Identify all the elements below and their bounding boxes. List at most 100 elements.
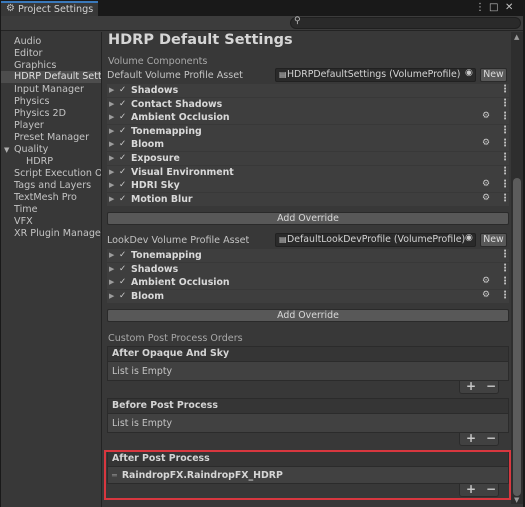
sidebar-item-script-execution-order[interactable]: Script Execution Order (14, 168, 101, 180)
sidebar-item-audio[interactable]: Audio (14, 36, 41, 48)
volume-component-row[interactable]: ▶ ✓ Shadows ⋮ (107, 262, 510, 276)
volume-component-row[interactable]: ▶ ✓ Bloom ⚙ ⋮ (107, 138, 510, 152)
search-input[interactable]: ⚲ (290, 16, 521, 29)
object-picker-icon[interactable]: ◉ (465, 68, 473, 78)
sidebar-item-preset-manager[interactable]: Preset Manager (14, 132, 89, 144)
volume-component-row[interactable]: ▶ ✓ Ambient Occlusion ⚙ ⋮ (107, 111, 510, 125)
more-options-icon[interactable]: ⋮ (500, 263, 510, 274)
foldout-triangle-icon[interactable]: ▶ (109, 292, 114, 300)
checkbox-icon[interactable]: ✓ (119, 180, 126, 190)
tab-project-settings[interactable]: ⚙ Project Settings (1, 1, 98, 16)
foldout-triangle-icon[interactable]: ▶ (109, 265, 114, 273)
add-override-button[interactable]: Add Override (107, 212, 509, 225)
foldout-triangle-icon[interactable]: ▶ (109, 278, 114, 286)
volume-component-name: Contact Shadows (131, 98, 223, 110)
foldout-triangle-icon[interactable]: ▶ (109, 100, 114, 108)
sidebar-item-time[interactable]: Time (14, 204, 37, 216)
more-options-icon[interactable]: ⋮ (500, 249, 510, 260)
foldout-triangle-icon[interactable]: ▶ (109, 251, 114, 259)
new-default-profile-button[interactable]: New (480, 68, 507, 82)
scrollbar-thumb[interactable] (513, 178, 521, 496)
more-options-icon[interactable]: ⋮ (500, 179, 510, 190)
maximize-icon[interactable]: □ (489, 2, 498, 13)
volume-component-row[interactable]: ▶ ✓ Motion Blur ⚙ ⋮ (107, 192, 510, 206)
foldout-triangle-icon[interactable]: ▶ (109, 140, 114, 148)
checkbox-icon[interactable]: ✓ (119, 194, 126, 204)
add-override-button-lookdev[interactable]: Add Override (107, 309, 509, 322)
sidebar-item-editor[interactable]: Editor (14, 48, 42, 60)
sidebar-item-hdrp-default-settings[interactable]: HDRP Default Settings (1, 71, 101, 83)
more-options-icon[interactable]: ⋮ (500, 193, 510, 204)
checkbox-icon[interactable]: ✓ (119, 112, 126, 122)
settings-cog-icon[interactable]: ⚙ (482, 179, 490, 189)
sidebar-item-physics-2d[interactable]: Physics 2D (14, 108, 66, 120)
more-options-icon[interactable]: ⋮ (475, 2, 485, 13)
object-picker-icon[interactable]: ◉ (465, 233, 473, 243)
foldout-triangle-icon[interactable]: ▶ (109, 168, 114, 176)
volume-component-row[interactable]: ▶ ✓ Tonemapping ⋮ (107, 124, 510, 138)
volume-component-row[interactable]: ▶ ✓ HDRI Sky ⚙ ⋮ (107, 179, 510, 193)
checkbox-icon[interactable]: ✓ (119, 99, 126, 109)
sidebar-item-vfx[interactable]: VFX (14, 216, 33, 228)
foldout-triangle-icon[interactable]: ▶ (109, 113, 114, 121)
more-options-icon[interactable]: ⋮ (500, 111, 510, 122)
settings-cog-icon[interactable]: ⚙ (482, 193, 490, 203)
more-options-icon[interactable]: ⋮ (500, 138, 510, 149)
volume-component-row[interactable]: ▶ ✓ Tonemapping ⋮ (107, 249, 510, 262)
volume-component-row[interactable]: ▶ ✓ Exposure ⋮ (107, 152, 510, 165)
volume-component-row[interactable]: ▶ ✓ Contact Shadows ⋮ (107, 97, 510, 111)
more-options-icon[interactable]: ⋮ (500, 166, 510, 177)
volume-component-row[interactable]: ▶ ✓ Ambient Occlusion ⚙ ⋮ (107, 276, 510, 290)
sidebar-item-tags-and-layers[interactable]: Tags and Layers (14, 180, 91, 192)
sidebar-item-player[interactable]: Player (14, 120, 44, 132)
checkbox-icon[interactable]: ✓ (119, 85, 126, 95)
lookdev-volume-profile-field[interactable]: DefaultLookDevProfile (VolumeProfile) (275, 233, 476, 247)
sidebar-item-input-manager[interactable]: Input Manager (14, 84, 84, 96)
add-item-button[interactable]: + (466, 431, 476, 445)
settings-cog-icon[interactable]: ⚙ (482, 276, 490, 286)
checkbox-icon[interactable]: ✓ (119, 153, 126, 163)
checkbox-icon[interactable]: ✓ (119, 250, 126, 260)
checkbox-icon[interactable]: ✓ (119, 291, 126, 301)
foldout-triangle-icon[interactable]: ▶ (109, 195, 114, 203)
more-options-icon[interactable]: ⋮ (500, 84, 510, 95)
sidebar-item-quality[interactable]: Quality (14, 144, 48, 156)
sidebar-item-xr-plugin-management[interactable]: XR Plugin Management (14, 228, 101, 240)
volume-component-row[interactable]: ▶ ✓ Visual Environment ⋮ (107, 165, 510, 179)
add-item-button[interactable]: + (466, 379, 476, 393)
sidebar-item-textmesh-pro[interactable]: TextMesh Pro (14, 192, 77, 204)
remove-item-button[interactable]: − (486, 379, 496, 393)
checkbox-icon[interactable]: ✓ (119, 139, 126, 149)
default-volume-profile-field[interactable]: HDRPDefaultSettings (VolumeProfile) (275, 68, 476, 82)
sidebar-item-physics[interactable]: Physics (14, 96, 49, 108)
volume-component-name: Bloom (131, 290, 165, 302)
remove-item-button[interactable]: − (486, 431, 496, 445)
foldout-triangle-icon[interactable]: ▶ (109, 181, 114, 189)
scroll-up-icon[interactable]: ▲ (514, 33, 519, 41)
settings-cog-icon[interactable]: ⚙ (482, 111, 490, 121)
close-icon[interactable]: ✕ (505, 2, 513, 13)
volume-component-row[interactable]: ▶ ✓ Bloom ⚙ ⋮ (107, 289, 510, 303)
more-options-icon[interactable]: ⋮ (500, 152, 510, 163)
scroll-down-icon[interactable]: ▼ (514, 496, 519, 504)
foldout-triangle-icon[interactable]: ▶ (109, 86, 114, 94)
sidebar-item-hdrp[interactable]: HDRP (26, 156, 53, 168)
volume-component-row[interactable]: ▶ ✓ Shadows ⋮ (107, 84, 510, 97)
volume-profile-icon: ▤ (279, 70, 287, 79)
foldout-triangle-icon[interactable]: ▶ (109, 127, 114, 135)
expand-triangle-icon[interactable]: ▼ (4, 146, 9, 154)
new-lookdev-profile-button[interactable]: New (480, 233, 507, 247)
checkbox-icon[interactable]: ✓ (119, 126, 126, 136)
checkbox-icon[interactable]: ✓ (119, 264, 126, 274)
checkbox-icon[interactable]: ✓ (119, 277, 126, 287)
checkbox-icon[interactable]: ✓ (119, 167, 126, 177)
more-options-icon[interactable]: ⋮ (500, 98, 510, 109)
splitter[interactable] (101, 32, 102, 507)
more-options-icon[interactable]: ⋮ (500, 290, 510, 301)
volume-component-name: HDRI Sky (131, 180, 180, 192)
more-options-icon[interactable]: ⋮ (500, 276, 510, 287)
more-options-icon[interactable]: ⋮ (500, 125, 510, 136)
foldout-triangle-icon[interactable]: ▶ (109, 154, 114, 162)
settings-cog-icon[interactable]: ⚙ (482, 138, 490, 148)
settings-cog-icon[interactable]: ⚙ (482, 290, 490, 300)
